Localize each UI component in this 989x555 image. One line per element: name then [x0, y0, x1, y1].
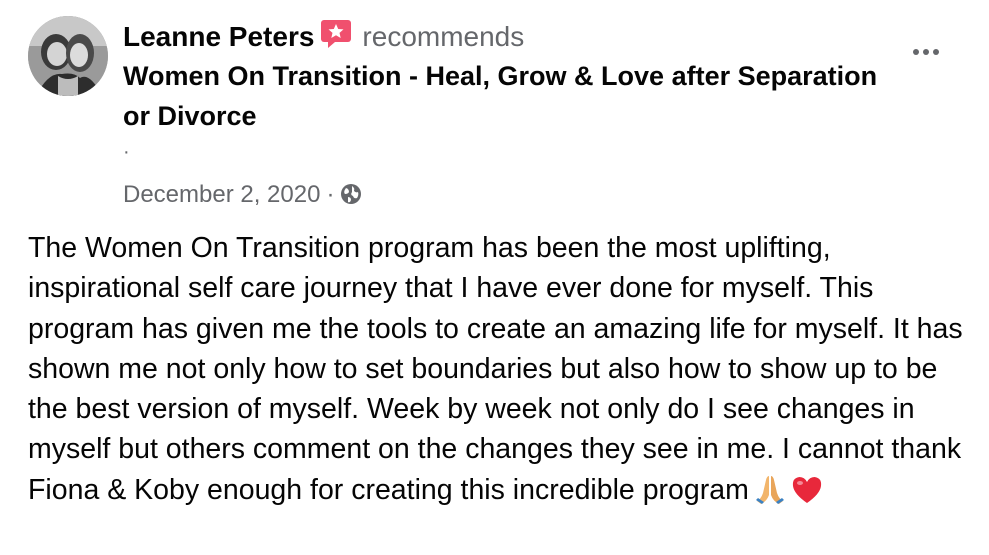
post-date[interactable]: December 2, 2020 [123, 181, 320, 208]
post-header: Leanne Peters recommends Women On Transit… [123, 18, 883, 212]
recommended-page-name[interactable]: Women On Transition - Heal, Grow & Love … [123, 56, 883, 136]
recommends-label: recommends [362, 21, 525, 52]
globe-icon[interactable] [340, 181, 362, 215]
separator-dot: · [123, 141, 130, 163]
more-dot [933, 49, 939, 55]
meta-separator: · [326, 181, 335, 208]
more-dot [913, 49, 919, 55]
recommendation-post: Leanne Peters recommends Women On Transit… [0, 0, 989, 555]
recommend-badge-icon [320, 19, 352, 59]
praying-hands-emoji [755, 473, 785, 516]
post-body-text: The Women On Transition program has been… [28, 232, 963, 506]
post-meta: December 2, 2020 · [123, 178, 883, 212]
avatar-photo [28, 16, 108, 96]
more-options-icon[interactable] [906, 36, 946, 68]
author-line: Leanne Peters recommends [123, 18, 883, 56]
author-name[interactable]: Leanne Peters [123, 21, 314, 52]
post-body: The Women On Transition program has been… [28, 228, 973, 516]
author-avatar[interactable] [28, 16, 108, 96]
more-dot [923, 49, 929, 55]
red-heart-emoji [791, 475, 823, 516]
